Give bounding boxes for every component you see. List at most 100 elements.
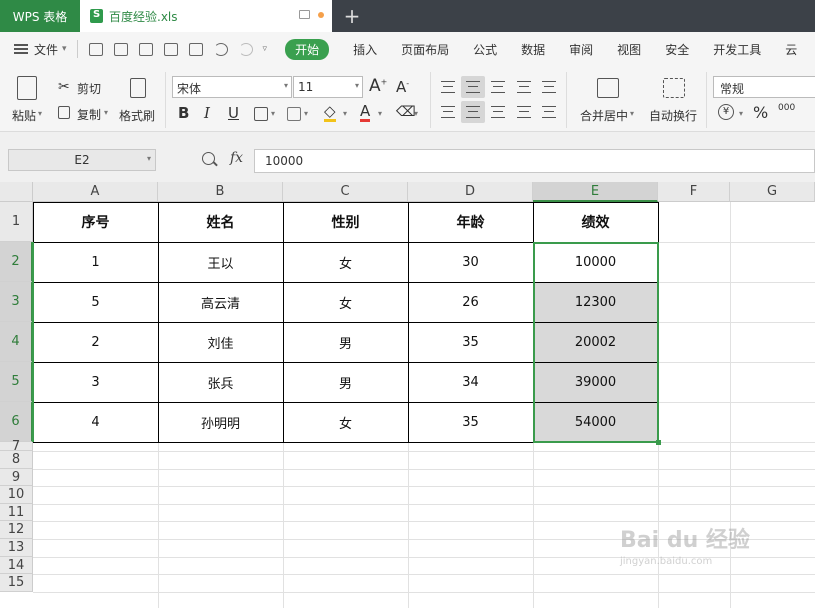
clear-chevron-icon[interactable]: ▾ [414, 109, 418, 118]
underline-icon[interactable]: U [228, 104, 239, 122]
table-cell[interactable]: 女 [283, 402, 408, 442]
copy-chevron-icon[interactable]: ▾ [104, 108, 108, 117]
number-format-select[interactable]: 常规 [713, 76, 815, 98]
tab-cloud[interactable]: 云 [785, 41, 797, 58]
unsaved-dot-icon[interactable] [318, 12, 324, 18]
undo-icon[interactable] [213, 42, 228, 56]
table-cell[interactable]: 35 [408, 322, 533, 362]
increase-indent-icon[interactable] [542, 81, 556, 93]
select-all-corner[interactable] [0, 182, 33, 202]
tab-view[interactable]: 视图 [617, 41, 641, 58]
row-header-11[interactable]: 11 [0, 504, 33, 521]
table-cell[interactable]: 34 [408, 362, 533, 402]
app-menu-button[interactable]: WPS 表格 [0, 0, 80, 32]
copy-button[interactable]: 复制 [77, 106, 101, 123]
align-top-icon[interactable] [441, 81, 455, 93]
justify-icon[interactable] [517, 106, 531, 118]
cell-style-icon[interactable] [287, 107, 301, 121]
table-header-cell[interactable]: 序号 [33, 202, 158, 242]
table-header-cell[interactable]: 性别 [283, 202, 408, 242]
fill-color-chevron-icon[interactable]: ▾ [343, 109, 347, 118]
export-pdf-icon[interactable] [138, 42, 153, 56]
zoom-search-icon[interactable] [202, 152, 215, 165]
row-header-15[interactable]: 15 [0, 574, 33, 592]
row-header-7[interactable]: 7 [0, 440, 33, 453]
print-preview-icon[interactable] [188, 42, 203, 56]
distributed-icon[interactable] [542, 106, 556, 118]
format-painter-button[interactable]: 格式刷 [119, 107, 155, 124]
table-cell[interactable]: 26 [408, 282, 533, 322]
table-cell[interactable]: 1 [33, 242, 158, 282]
fill-color-icon[interactable]: ◇ [324, 103, 336, 122]
align-middle-icon[interactable] [466, 81, 480, 93]
file-menu[interactable]: 文件 [34, 41, 58, 58]
table-cell[interactable]: 5 [33, 282, 158, 322]
row-header-13[interactable]: 13 [0, 539, 33, 557]
open-folder-icon[interactable] [88, 42, 103, 56]
tab-review[interactable]: 审阅 [569, 41, 593, 58]
merge-chevron-icon[interactable]: ▾ [630, 109, 634, 118]
column-header-d[interactable]: D [408, 182, 533, 202]
column-header-e[interactable]: E [533, 182, 658, 202]
tab-formulas[interactable]: 公式 [473, 41, 497, 58]
borders-chevron-icon[interactable]: ▾ [271, 109, 275, 118]
table-cell[interactable]: 35 [408, 402, 533, 442]
save-icon[interactable] [113, 42, 128, 56]
tab-data[interactable]: 数据 [521, 41, 545, 58]
table-cell[interactable]: 女 [283, 242, 408, 282]
percent-icon[interactable]: % [753, 103, 768, 122]
currency-icon[interactable]: ¥ [718, 104, 734, 120]
row-header-3[interactable]: 3 [0, 282, 33, 322]
wrap-text-button[interactable]: 自动换行 [649, 107, 697, 124]
chevron-down-icon[interactable]: ▾ [62, 44, 67, 54]
table-cell[interactable]: 30 [408, 242, 533, 282]
table-cell[interactable]: 3 [33, 362, 158, 402]
table-header-cell[interactable]: 年龄 [408, 202, 533, 242]
font-color-chevron-icon[interactable]: ▾ [378, 109, 382, 118]
align-bottom-icon[interactable] [491, 81, 505, 93]
cell-style-chevron-icon[interactable]: ▾ [304, 109, 308, 118]
row-header-1[interactable]: 1 [0, 202, 33, 242]
decrease-indent-icon[interactable] [517, 81, 531, 93]
currency-chevron-icon[interactable]: ▾ [739, 109, 743, 118]
hamburger-menu-icon[interactable] [14, 44, 28, 54]
tab-insert[interactable]: 插入 [353, 41, 377, 58]
table-header-cell[interactable]: 姓名 [158, 202, 283, 242]
monitor-icon[interactable] [299, 10, 310, 19]
table-cell[interactable]: 2 [33, 322, 158, 362]
table-cell[interactable]: 王以 [158, 242, 283, 282]
row-header-8[interactable]: 8 [0, 451, 33, 469]
font-color-icon[interactable]: A [360, 103, 371, 122]
customize-chevron-icon[interactable]: ▿ [263, 44, 268, 54]
tab-home[interactable]: 开始 [285, 38, 330, 60]
column-header-a[interactable]: A [33, 182, 158, 202]
table-cell[interactable]: 女 [283, 282, 408, 322]
font-name-select[interactable]: 宋体 ▾ [172, 76, 292, 98]
table-cell[interactable]: 4 [33, 402, 158, 442]
bold-icon[interactable]: B [178, 104, 189, 122]
fill-handle[interactable] [656, 440, 661, 445]
paste-button[interactable]: 粘贴 [12, 107, 36, 124]
align-left-icon[interactable] [441, 106, 455, 118]
insert-function-button[interactable]: fx [230, 150, 243, 166]
tab-security[interactable]: 安全 [665, 41, 689, 58]
paste-icon[interactable] [17, 76, 37, 100]
table-cell[interactable]: 男 [283, 322, 408, 362]
table-cell[interactable]: 孙明明 [158, 402, 283, 442]
row-header-4[interactable]: 4 [0, 322, 33, 362]
align-right-icon[interactable] [491, 106, 505, 118]
print-icon[interactable] [163, 42, 178, 56]
column-header-g[interactable]: G [730, 182, 815, 202]
redo-icon[interactable] [238, 42, 253, 56]
merge-center-button[interactable]: 合并居中 [580, 107, 628, 124]
thousands-separator-icon[interactable]: 000 [778, 103, 795, 113]
row-header-2[interactable]: 2 [0, 242, 33, 282]
row-header-6[interactable]: 6 [0, 402, 33, 442]
column-header-b[interactable]: B [158, 182, 283, 202]
row-header-5[interactable]: 5 [0, 362, 33, 402]
new-tab-button[interactable]: + [332, 0, 372, 32]
tab-developer[interactable]: 开发工具 [713, 41, 761, 58]
row-header-10[interactable]: 10 [0, 486, 33, 504]
italic-icon[interactable]: I [204, 104, 210, 122]
name-box[interactable]: E2 ▾ [8, 149, 156, 171]
